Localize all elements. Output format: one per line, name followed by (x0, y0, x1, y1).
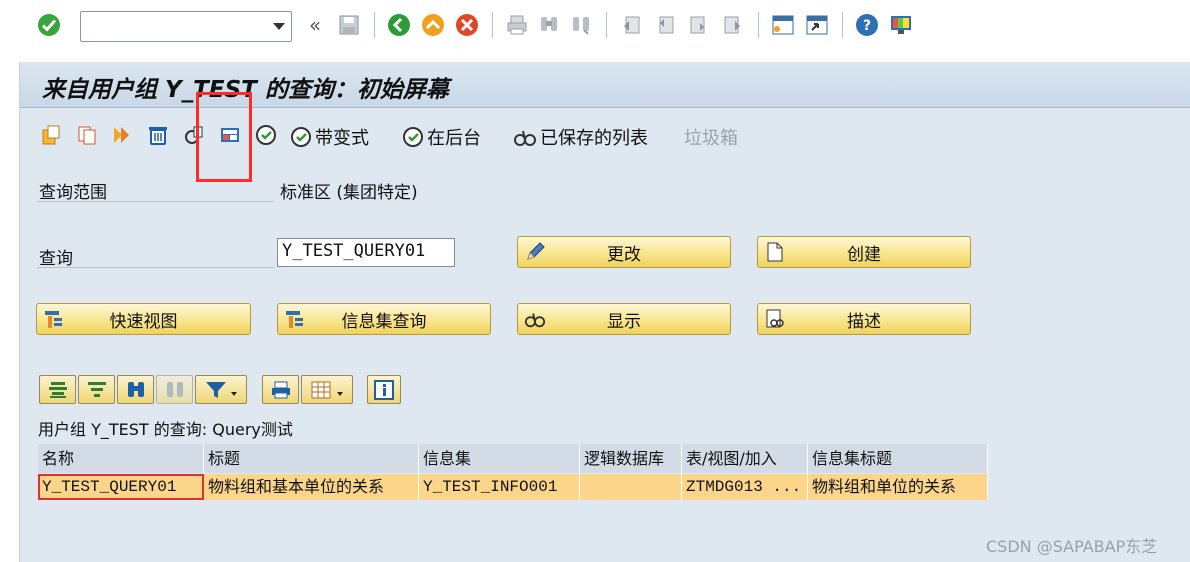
describe-icon (766, 309, 784, 328)
last-page-icon[interactable] (720, 12, 746, 38)
system-toolbar: « ? (0, 0, 1190, 50)
create-button[interactable]: 创建 (757, 236, 971, 268)
details-icon[interactable] (39, 375, 76, 404)
change-label: 更改 (607, 244, 641, 265)
query-area-label: 查询范围 (39, 183, 107, 203)
quick-view-icon (45, 311, 62, 328)
layout-icon[interactable] (888, 12, 914, 38)
query-input[interactable]: Y_TEST_QUERY01 (277, 238, 455, 267)
find-next-icon[interactable] (156, 375, 193, 404)
table-cell[interactable]: 物料组和基本单位的关系 (204, 474, 419, 500)
query-label: 查询 (39, 249, 73, 269)
find-icon[interactable] (117, 375, 154, 404)
delete-icon[interactable] (146, 123, 170, 147)
execute-with-variant-button[interactable]: 带变式 (290, 124, 369, 150)
execute-in-background-label: 在后台 (427, 128, 481, 149)
table-cell[interactable]: 物料组和单位的关系 (808, 474, 988, 500)
save-icon[interactable] (336, 12, 362, 38)
describe-label: 描述 (847, 311, 881, 332)
quick-view-button[interactable]: 快速视图 (36, 303, 251, 335)
grid-title: 用户组 Y_TEST 的查询: Query测试 (38, 420, 293, 439)
column-header[interactable]: 名称 (38, 444, 204, 473)
prev-page-icon[interactable] (652, 12, 678, 38)
first-page-icon[interactable] (618, 12, 644, 38)
table-cell[interactable]: ZTMDG013 ... (682, 474, 808, 500)
highlight-box (196, 92, 252, 182)
infoset-query-label: 信息集查询 (341, 311, 427, 332)
glasses-icon (524, 313, 546, 328)
other-user-group-icon[interactable] (39, 123, 63, 147)
print-icon[interactable] (504, 12, 530, 38)
sort-ascending-icon[interactable] (78, 375, 115, 404)
info-icon[interactable] (367, 375, 401, 404)
trash-button[interactable]: 垃圾箱 (684, 124, 738, 150)
find-icon[interactable] (536, 12, 562, 38)
cancel-icon[interactable] (454, 12, 480, 38)
execute-with-variant-label: 带变式 (315, 128, 369, 149)
enter-icon[interactable] (36, 12, 62, 38)
new-document-icon (767, 242, 783, 262)
change-button[interactable]: 更改 (517, 236, 731, 268)
trash-label: 垃圾箱 (684, 128, 738, 149)
execute-icon (403, 127, 423, 147)
infoset-query-icon (286, 311, 303, 328)
column-header[interactable]: 信息集标题 (808, 444, 988, 473)
watermark: CSDN @SAPABAP东芝 (986, 537, 1158, 556)
column-header[interactable]: 标题 (204, 444, 419, 473)
display-label: 显示 (607, 311, 641, 332)
back-double-arrow-icon[interactable]: « (302, 12, 328, 38)
create-label: 创建 (847, 244, 881, 265)
command-field[interactable] (80, 11, 292, 42)
display-button[interactable]: 显示 (517, 303, 731, 335)
glasses-icon (514, 130, 536, 146)
execute-icon[interactable] (254, 123, 278, 147)
table-cell[interactable]: Y_TEST_INFO001 (419, 474, 580, 500)
exit-icon[interactable] (420, 12, 446, 38)
layout-icon[interactable] (301, 375, 353, 404)
create-session-icon[interactable] (770, 12, 796, 38)
copy-icon[interactable] (75, 123, 99, 147)
execute-icon (291, 127, 311, 147)
help-icon[interactable]: ? (854, 12, 880, 38)
column-header[interactable]: 表/视图/加入 (682, 444, 808, 473)
infoset-query-button[interactable]: 信息集查询 (277, 303, 491, 335)
print-icon[interactable] (262, 375, 299, 404)
column-header[interactable]: 信息集 (419, 444, 580, 473)
rename-icon[interactable] (110, 123, 134, 147)
table-cell[interactable]: Y_TEST_QUERY01 (38, 474, 204, 500)
saved-lists-button[interactable]: 已保存的列表 (513, 124, 648, 150)
find-next-icon[interactable] (568, 12, 594, 38)
quick-view-label: 快速视图 (109, 311, 178, 332)
next-page-icon[interactable] (686, 12, 712, 38)
table-cell[interactable] (580, 474, 682, 500)
query-area-value: 标准区 (集团特定) (280, 183, 418, 203)
back-icon[interactable] (386, 12, 412, 38)
saved-lists-label: 已保存的列表 (540, 128, 648, 149)
filter-icon[interactable] (195, 375, 247, 404)
svg-text:?: ? (863, 18, 871, 34)
pencil-icon (527, 242, 545, 260)
shortcut-icon[interactable] (804, 12, 830, 38)
execute-in-background-button[interactable]: 在后台 (402, 124, 481, 150)
column-header[interactable]: 逻辑数据库 (580, 444, 682, 473)
describe-button[interactable]: 描述 (757, 303, 971, 335)
chevron-down-icon[interactable] (273, 23, 285, 30)
